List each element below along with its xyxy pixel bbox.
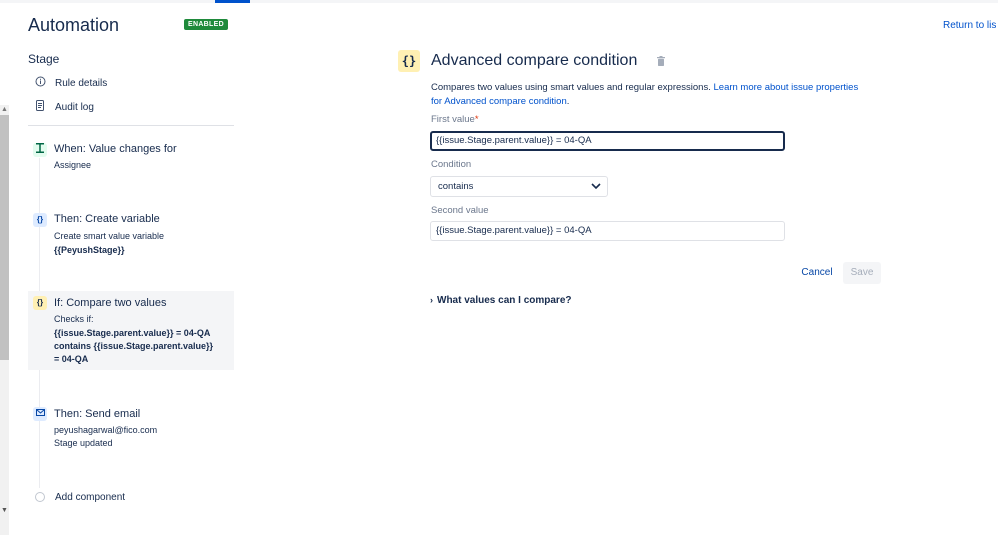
save-button[interactable]: Save [843, 262, 881, 284]
status-badge: ENABLED [184, 19, 228, 30]
active-tab-indicator [215, 0, 250, 3]
component-title: If: Compare two values [54, 297, 167, 309]
page-scrollbar[interactable]: ▲ ▼ [0, 105, 9, 535]
scroll-down-arrow-icon[interactable]: ▼ [0, 506, 9, 515]
sidebar-divider [28, 125, 234, 126]
learn-more-link-continued[interactable]: for Advanced compare condition [431, 96, 567, 107]
second-value-input[interactable]: {{issue.Stage.parent.value}} = 04-QA [430, 221, 785, 241]
chevron-right-icon: › [430, 295, 433, 305]
panel-description: Compares two values using smart values a… [431, 82, 859, 107]
scroll-up-arrow-icon[interactable]: ▲ [0, 105, 9, 114]
second-value-label: Second value [431, 205, 489, 216]
component-detail: Stage updated [54, 438, 113, 448]
return-to-list-link[interactable]: Return to lis [943, 20, 996, 31]
add-component-button[interactable]: Add component [55, 492, 125, 503]
braces-icon: {} [398, 50, 420, 72]
cancel-button[interactable]: Cancel [800, 262, 834, 284]
trigger-icon [33, 143, 47, 157]
required-marker: * [474, 114, 479, 125]
rule-name-heading: Stage [28, 52, 60, 66]
condition-select[interactable]: contains [430, 176, 608, 197]
sidebar-item-label: Audit log [55, 101, 94, 113]
scrollbar-thumb[interactable] [0, 115, 9, 360]
expander-label: What values can I compare? [437, 295, 572, 306]
sidebar-item-audit-log[interactable]: Audit log [33, 99, 94, 115]
chevron-down-icon [591, 183, 601, 190]
what-values-expander[interactable]: › What values can I compare? [430, 295, 572, 306]
component-detail-bold: {{issue.Stage.parent.value}} = 04-QA [54, 328, 211, 338]
component-title: When: Value changes for [54, 143, 177, 155]
sidebar-item-rule-details[interactable]: Rule details [33, 75, 107, 91]
rule-component-trigger[interactable]: When: Value changes for Assignee [28, 140, 234, 180]
sidebar-item-label: Rule details [55, 77, 108, 89]
component-detail: peyushagarwal@fico.com [54, 425, 158, 435]
rule-component-create-variable[interactable]: {} Then: Create variable Create smart va… [28, 210, 234, 260]
component-detail-bold: contains {{issue.Stage.parent.value}} [54, 341, 214, 351]
braces-icon: {} [33, 296, 47, 310]
top-tab-strip [0, 0, 998, 3]
first-value-input[interactable]: {{issue.Stage.parent.value}} = 04-QA [430, 131, 785, 151]
rule-component-send-email[interactable]: Then: Send email peyushagarwal@fico.com … [28, 404, 234, 454]
rule-component-compare-condition[interactable]: {} If: Compare two values Checks if: {{i… [28, 291, 234, 370]
description-text: Compares two values using smart values a… [431, 82, 711, 93]
first-value-label-text: First value [431, 114, 475, 125]
first-value-label: First value* [431, 114, 479, 125]
component-detail-bold: {{PeyushStage}} [54, 245, 125, 255]
component-detail: Checks if: [54, 314, 94, 324]
braces-icon: {} [33, 213, 47, 227]
page-title: Automation [28, 15, 120, 35]
condition-selected-value: contains [438, 181, 474, 192]
component-title: Then: Send email [54, 408, 141, 420]
component-detail: Create smart value variable [54, 231, 165, 241]
component-detail-bold: = 04-QA [54, 354, 89, 364]
document-icon [33, 100, 47, 114]
info-icon [33, 76, 47, 90]
condition-label: Condition [431, 159, 472, 170]
component-detail: Assignee [54, 160, 92, 170]
panel-title: Advanced compare condition [431, 52, 638, 69]
add-component-dot-icon[interactable] [35, 492, 45, 502]
trash-icon[interactable] [657, 56, 665, 66]
mail-icon [33, 407, 47, 421]
learn-more-link[interactable]: Learn more about issue properties [714, 82, 859, 93]
component-title: Then: Create variable [54, 213, 160, 225]
